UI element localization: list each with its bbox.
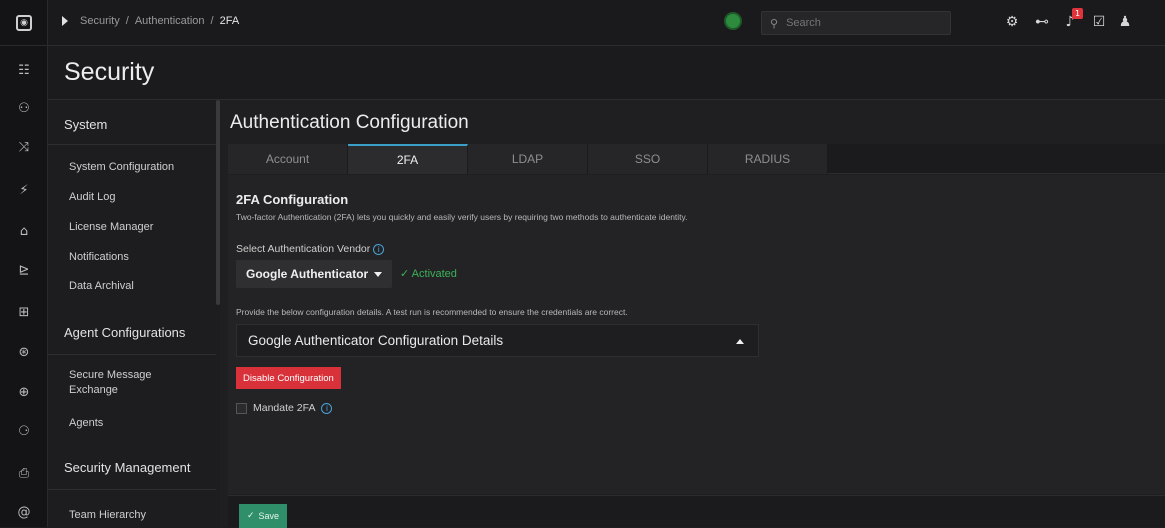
bolt-icon[interactable]: ⚡ xyxy=(0,180,48,200)
steering-icon[interactable]: ⊛ xyxy=(0,342,48,362)
search-box[interactable]: ⚲ xyxy=(761,11,951,35)
users-icon[interactable]: ⚇ xyxy=(0,98,48,118)
vendor-label: Select Authentication Vendor i xyxy=(236,243,385,255)
vendor-select[interactable]: Google Authenticator xyxy=(236,260,393,288)
sidebar-item-system-configuration[interactable]: System Configuration xyxy=(69,160,174,175)
config-details-panel[interactable]: Google Authenticator Configuration Detai… xyxy=(236,324,759,357)
activated-status: ✓ Activated xyxy=(400,267,457,280)
chevron-down-icon xyxy=(374,271,383,277)
page-header: Security xyxy=(48,46,1165,100)
sidebar-item-audit-log[interactable]: Audit Log xyxy=(69,190,115,205)
divider xyxy=(48,144,216,145)
expand-icon[interactable] xyxy=(62,16,68,26)
bank-icon[interactable]: ⌂ xyxy=(0,221,48,241)
section-heading: Authentication Configuration xyxy=(230,112,469,133)
tab-account[interactable]: Account xyxy=(228,144,348,174)
sidebar-item-notifications[interactable]: Notifications xyxy=(69,250,129,265)
bell-icon[interactable]: ♪ 1 xyxy=(1061,8,1083,31)
tab-sso[interactable]: SSO xyxy=(588,144,708,174)
sidebar-group-security-management: Security Management xyxy=(64,460,191,475)
mandate-2fa-checkbox-row: Mandate 2FA i xyxy=(236,402,333,414)
sidebar-item-data-archival[interactable]: Data Archival xyxy=(69,279,134,294)
shuffle-icon[interactable]: ⤨ xyxy=(0,137,48,157)
tab-radius[interactable]: RADIUS xyxy=(708,144,828,174)
tree-icon[interactable]: ⊷ xyxy=(1033,13,1051,31)
top-bar: Security/ Authentication/ 2FA ⚲ ⚙ ⊷ ♪1 ☑… xyxy=(48,0,1165,46)
sidebar: System System Configuration Audit Log Li… xyxy=(48,100,220,527)
breadcrumb-current: 2FA xyxy=(219,15,240,27)
divider xyxy=(48,354,216,355)
info-icon[interactable]: i xyxy=(321,402,333,414)
left-rail: ◉ ☷ ⚇ ⤨ ⚡ ⌂ ⊵ ⊞ ⊛ ⊕ ⚆ ⎙ @ xyxy=(0,0,48,527)
team-icon[interactable]: ⚆ xyxy=(0,421,48,441)
check-icon: ✓ xyxy=(247,511,255,521)
save-label: Save xyxy=(258,511,280,521)
checklist-icon[interactable]: ☑ xyxy=(1090,13,1108,31)
mandate-2fa-checkbox[interactable] xyxy=(236,402,247,414)
main-panel: Authentication Configuration Account 2FA… xyxy=(220,100,1165,527)
chevron-up-icon[interactable] xyxy=(736,339,744,344)
tab-ldap[interactable]: LDAP xyxy=(468,144,588,174)
clipboard-icon[interactable]: ⎙ xyxy=(0,463,48,483)
tab-bar: Account 2FA LDAP SSO RADIUS xyxy=(228,144,1165,174)
config-note: Provide the below configuration details.… xyxy=(236,307,628,317)
grid-icon[interactable]: ⊞ xyxy=(0,302,48,322)
vendor-label-text: Select Authentication Vendor xyxy=(236,243,371,255)
notification-badge: 1 xyxy=(1072,8,1083,19)
activated-text: Activated xyxy=(411,268,457,280)
chart-icon[interactable]: ⊵ xyxy=(0,260,48,280)
sidebar-item-secure-message-exchange[interactable]: Secure Message Exchange xyxy=(69,368,179,398)
sidebar-group-agent-configurations: Agent Configurations xyxy=(64,325,186,340)
disable-configuration-button[interactable]: Disable Configuration xyxy=(236,367,341,389)
dashboard-icon[interactable]: ☷ xyxy=(0,60,48,80)
user-icon[interactable]: ♟ xyxy=(1116,13,1134,31)
sidebar-item-license-manager[interactable]: License Manager xyxy=(69,220,153,235)
check-circle-icon: ✓ xyxy=(400,267,410,280)
save-button[interactable]: ✓ Save xyxy=(239,504,288,528)
config-title: 2FA Configuration xyxy=(236,192,349,207)
sidebar-group-system: System xyxy=(64,117,108,132)
logo-icon: ◉ xyxy=(16,14,32,31)
info-icon[interactable]: i xyxy=(373,243,385,255)
breadcrumb: Security / Authentication/ 2FA xyxy=(62,15,239,27)
settings-icon[interactable]: ⚙ xyxy=(1003,13,1021,31)
tab-2fa[interactable]: 2FA xyxy=(348,144,468,174)
config-description: Two-factor Authentication (2FA) lets you… xyxy=(236,212,688,222)
status-indicator-icon[interactable] xyxy=(726,14,740,28)
search-input[interactable] xyxy=(786,17,937,29)
panel-title: Google Authenticator Configuration Detai… xyxy=(248,333,504,348)
breadcrumb-item[interactable]: Authentication xyxy=(135,15,205,27)
divider xyxy=(48,489,216,490)
search-icon: ⚲ xyxy=(770,16,779,30)
breadcrumb-item[interactable]: Security xyxy=(80,15,120,27)
tab-content: 2FA Configuration Two-factor Authenticat… xyxy=(228,175,1165,494)
vendor-select-value: Google Authenticator xyxy=(246,267,369,281)
at-icon[interactable]: @ xyxy=(0,502,48,522)
globe-icon[interactable]: ⊕ xyxy=(0,382,48,402)
footer-bar: ✓ Save xyxy=(228,495,1165,528)
sidebar-item-agents[interactable]: Agents xyxy=(69,416,103,431)
app-logo[interactable]: ◉ xyxy=(0,0,48,46)
mandate-2fa-label: Mandate 2FA xyxy=(253,402,316,414)
sidebar-item-team-hierarchy[interactable]: Team Hierarchy xyxy=(69,508,146,523)
page-title: Security xyxy=(64,58,155,86)
